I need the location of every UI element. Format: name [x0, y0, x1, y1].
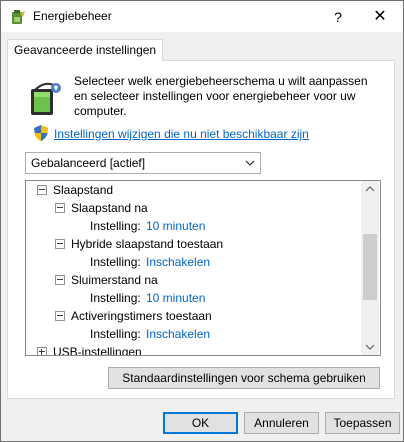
tree-setting-hybrid-sleep[interactable]: Instelling: Inschakelen [26, 253, 356, 271]
tree-item-sleep[interactable]: Slaapstand [26, 181, 356, 199]
power-options-icon [12, 10, 25, 24]
window-title: Energiebeheer [33, 9, 112, 23]
tree-setting-sleep-after[interactable]: Instelling: 10 minuten [26, 217, 356, 235]
title-bar: Energiebeheer ? ✕ [1, 1, 403, 32]
settings-tree[interactable]: Slaapstand Slaapstand na Instelling: 10 … [25, 180, 381, 356]
ok-button[interactable]: OK [163, 412, 238, 434]
tree-setting-hibernate-after[interactable]: Instelling: 10 minuten [26, 289, 356, 307]
tree-item-label: Slaapstand [53, 183, 114, 197]
tree-item-label: USB-instellingen [53, 345, 142, 356]
power-options-dialog: Energiebeheer ? ✕ Geavanceerde instellin… [0, 0, 404, 442]
tree-item-sleep-after[interactable]: Slaapstand na [26, 199, 356, 217]
close-button[interactable]: ✕ [363, 5, 397, 29]
chevron-down-icon [245, 160, 255, 166]
tab-advanced-settings[interactable]: Geavanceerde instellingen [7, 39, 164, 61]
collapse-icon[interactable] [55, 239, 65, 249]
apply-button[interactable]: Toepassen [325, 412, 400, 434]
setting-label: Instelling: [90, 219, 141, 233]
tree-item-hybrid-sleep[interactable]: Hybride slaapstand toestaan [26, 235, 356, 253]
setting-value[interactable]: 10 minuten [146, 217, 205, 235]
uac-shield-icon [34, 125, 48, 141]
description-text: Selecteer welk energiebeheerschema u wil… [74, 74, 368, 118]
restore-plan-defaults-button[interactable]: Standaardinstellingen voor schema gebrui… [108, 367, 380, 389]
power-plan-select-value: Gebalanceerd [actief] [31, 156, 146, 170]
tree-item-hibernate-after[interactable]: Sluimerstand na [26, 271, 356, 289]
battery-icon [31, 82, 61, 115]
setting-value[interactable]: Inschakelen [146, 325, 210, 343]
help-button[interactable]: ? [323, 5, 353, 29]
tree-item-usb-settings[interactable]: USB-instellingen [26, 343, 356, 356]
collapse-icon[interactable] [55, 203, 65, 213]
setting-label: Instelling: [90, 291, 141, 305]
change-unavailable-settings-link[interactable]: Instellingen wijzigen die nu niet beschi… [54, 127, 309, 141]
cancel-button[interactable]: Annuleren [244, 412, 319, 434]
vertical-scrollbar[interactable] [361, 181, 379, 355]
tree-item-label: Sluimerstand na [71, 273, 158, 287]
setting-value[interactable]: 10 minuten [146, 289, 205, 307]
power-plan-select[interactable]: Gebalanceerd [actief] [25, 152, 261, 174]
collapse-icon[interactable] [55, 275, 65, 285]
tree-item-label: Hybride slaapstand toestaan [71, 237, 224, 251]
expand-icon[interactable] [37, 347, 47, 355]
tree-setting-wake-timers[interactable]: Instelling: Inschakelen [26, 325, 356, 343]
scroll-down-arrow-icon[interactable] [361, 338, 379, 355]
setting-value[interactable]: Inschakelen [146, 253, 210, 271]
collapse-icon[interactable] [55, 311, 65, 321]
tree-item-label: Activeringstimers toestaan [71, 309, 212, 323]
collapse-icon[interactable] [37, 185, 47, 195]
setting-label: Instelling: [90, 255, 141, 269]
tree-item-wake-timers[interactable]: Activeringstimers toestaan [26, 307, 356, 325]
setting-label: Instelling: [90, 327, 141, 341]
scrollbar-thumb[interactable] [363, 234, 377, 300]
tree-item-label: Slaapstand na [71, 201, 148, 215]
scroll-up-arrow-icon[interactable] [361, 181, 379, 198]
